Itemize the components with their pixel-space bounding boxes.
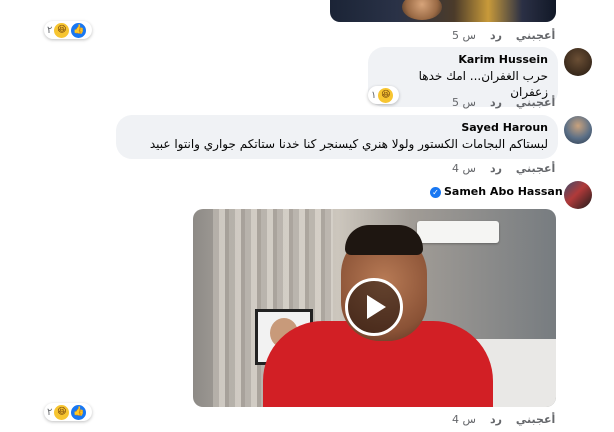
verified-icon: ✓ [430,186,441,198]
reaction-count: ٢ [47,24,53,36]
comment-time[interactable]: 5 س [452,96,476,109]
avatar[interactable] [564,48,592,76]
like-button[interactable]: أعجبني [516,29,555,42]
comment-actions: 5 س رد أعجبني [452,29,555,42]
image-face [402,0,442,20]
avatar[interactable] [564,116,592,144]
comment-time[interactable]: 4 س [452,413,476,426]
reaction-summary[interactable]: ١ 😆 [368,86,400,104]
haha-icon: 😆 [378,87,394,103]
comment-actions: 4 س رد أعجبني [452,413,555,426]
comment-time[interactable]: 5 س [452,29,476,42]
video-attachment[interactable] [193,209,556,407]
like-button[interactable]: أعجبني [516,413,555,426]
comment-text: لبستاكم البجامات الكستور ولولا هنري كيسن… [149,137,548,151]
comment-bubble: Sayed Haroun لبستاكم البجامات الكستور ول… [116,115,558,159]
reaction-summary[interactable]: ٢ 😆 👍 [44,403,93,421]
like-button[interactable]: أعجبني [516,96,555,109]
comment-author-row: ✓ Sameh Abo Hassan [430,185,563,198]
video-person-hair [345,225,423,255]
reaction-count: ٢ [47,406,53,418]
comment-actions: 5 س رد أعجبني [452,96,555,109]
comment-time[interactable]: 4 س [452,162,476,175]
like-button[interactable]: أعجبني [516,162,555,175]
comment-author[interactable]: Sayed Haroun [126,121,548,134]
reply-button[interactable]: رد [490,96,502,109]
comment-author[interactable]: Sameh Abo Hassan [444,185,563,198]
reply-button[interactable]: رد [490,29,502,42]
reaction-summary[interactable]: ٢ 😆 👍 [44,21,93,39]
play-button[interactable] [345,278,403,336]
comment-actions: 4 س رد أعجبني [452,162,555,175]
like-icon: 👍 [71,404,87,420]
like-icon: 👍 [71,22,87,38]
haha-icon: 😆 [54,22,70,38]
previous-comment-image[interactable] [330,0,556,22]
reply-button[interactable]: رد [490,413,502,426]
video-background-ac [417,221,499,243]
play-icon [367,295,386,319]
reply-button[interactable]: رد [490,162,502,175]
avatar[interactable] [564,181,592,209]
reaction-count: ١ [371,89,377,101]
comment-author[interactable]: Karim Hussein [378,53,548,66]
haha-icon: 😆 [54,404,70,420]
